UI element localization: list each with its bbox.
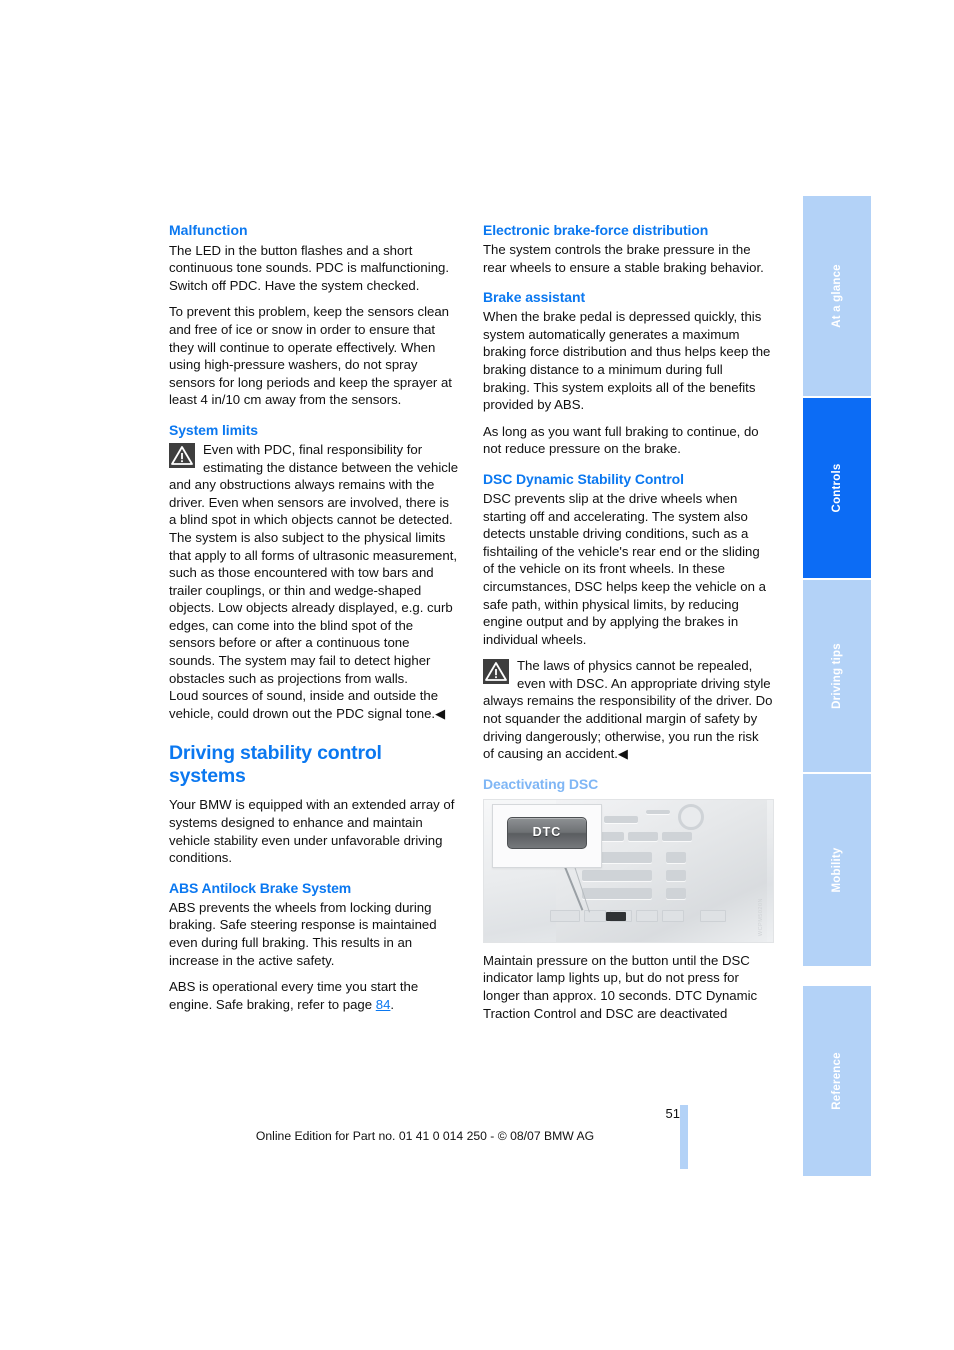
paragraph-malfunction-2: To prevent this problem, keep the sensor… — [169, 304, 452, 408]
figure-dtc-button-location: DTC WCPM5020N — [483, 798, 774, 943]
tab-driving-tips[interactable]: Driving tips — [803, 580, 871, 772]
paragraph-malfunction-1: The LED in the button flashes and a shor… — [169, 242, 450, 293]
heading-driving-stability-control-systems: Driving stability control systems — [169, 742, 382, 788]
figure-watermark: WCPM5020N — [758, 897, 765, 936]
console-button-row — [550, 909, 730, 922]
paragraph-system-limits-warning: Even with PDC, final responsibility for … — [169, 441, 459, 686]
paragraph-brake-assistant-2: As long as you want full braking to cont… — [483, 423, 759, 457]
warning-block-dsc: The laws of physics cannot be repealed, … — [483, 657, 773, 763]
dtc-button-label: DTC — [532, 825, 562, 840]
figure-caption: Maintain pressure on the button until th… — [483, 952, 758, 1021]
heading-malfunction: Malfunction — [169, 222, 248, 238]
heading-electronic-brake-force-distribution: Electronic brake-force distribution — [483, 222, 709, 238]
footer-copyright: Online Edition for Part no. 01 41 0 014 … — [255, 1129, 595, 1143]
end-of-section-marker: ◀ — [435, 705, 446, 721]
paragraph-system-limits-2-text: Loud sources of sound, inside and outsid… — [169, 688, 439, 721]
page-reference-link-84[interactable]: 84 — [376, 997, 391, 1012]
tab-reference-label: Reference — [831, 1052, 843, 1110]
heading-system-limits: System limits — [169, 421, 258, 438]
dtc-button-callout: DTC — [492, 803, 602, 868]
page-number: 51 — [665, 1106, 680, 1121]
warning-block-system-limits: Even with PDC, final responsibility for … — [169, 441, 459, 687]
paragraph-driving-stability-1: Your BMW is equipped with an extended ar… — [169, 797, 455, 866]
paragraph-dsc-1: DSC prevents slip at the drive wheels wh… — [483, 490, 766, 647]
tab-mobility[interactable]: Mobility — [803, 774, 871, 966]
tab-driving-tips-label: Driving tips — [831, 643, 843, 709]
heading-dsc-dynamic-stability-control: DSC Dynamic Stability Control — [483, 470, 684, 487]
tab-reference[interactable]: Reference — [803, 986, 871, 1176]
tab-controls-label: Controls — [831, 463, 843, 513]
paragraph-abs-2-period: . — [390, 996, 395, 1012]
tab-at-a-glance-label: At a glance — [831, 264, 843, 328]
dtc-button-zoomed[interactable]: DTC — [507, 816, 587, 849]
right-column: Electronic brake-force distribution The … — [483, 222, 774, 1022]
warning-triangle-icon — [483, 659, 509, 685]
tab-controls[interactable]: Controls — [803, 398, 871, 578]
paragraph-abs-1: ABS prevents the wheels from locking dur… — [169, 899, 437, 968]
warning-triangle-icon — [169, 442, 195, 468]
end-of-section-marker: ◀ — [617, 746, 629, 762]
tab-mobility-label: Mobility — [831, 847, 843, 893]
dtc-button-on-console[interactable] — [606, 911, 626, 921]
section-tab-rail: At a glance Controls Driving tips Mobili… — [803, 196, 871, 1176]
heading-brake-assistant: Brake assistant — [483, 289, 586, 306]
footer-accent-bar — [680, 1105, 688, 1169]
tab-at-a-glance[interactable]: At a glance — [803, 196, 871, 396]
left-column: Malfunction The LED in the button flashe… — [169, 222, 459, 1013]
heading-abs-antilock-brake-system: ABS Antilock Brake System — [169, 879, 352, 896]
paragraph-abs-2: ABS is operational every time you start … — [169, 978, 459, 1013]
paragraph-ebd-1: The system controls the brake pressure i… — [483, 242, 764, 275]
heading-deactivating-dsc: Deactivating DSC — [483, 775, 599, 792]
paragraph-brake-assistant-1: When the brake pedal is depressed quickl… — [483, 309, 771, 413]
paragraph-system-limits-2: Loud sources of sound, inside and outsid… — [169, 687, 459, 722]
manual-page: At a glance Controls Driving tips Mobili… — [0, 0, 954, 1350]
paragraph-dsc-warning: The laws of physics cannot be repealed, … — [483, 657, 773, 763]
